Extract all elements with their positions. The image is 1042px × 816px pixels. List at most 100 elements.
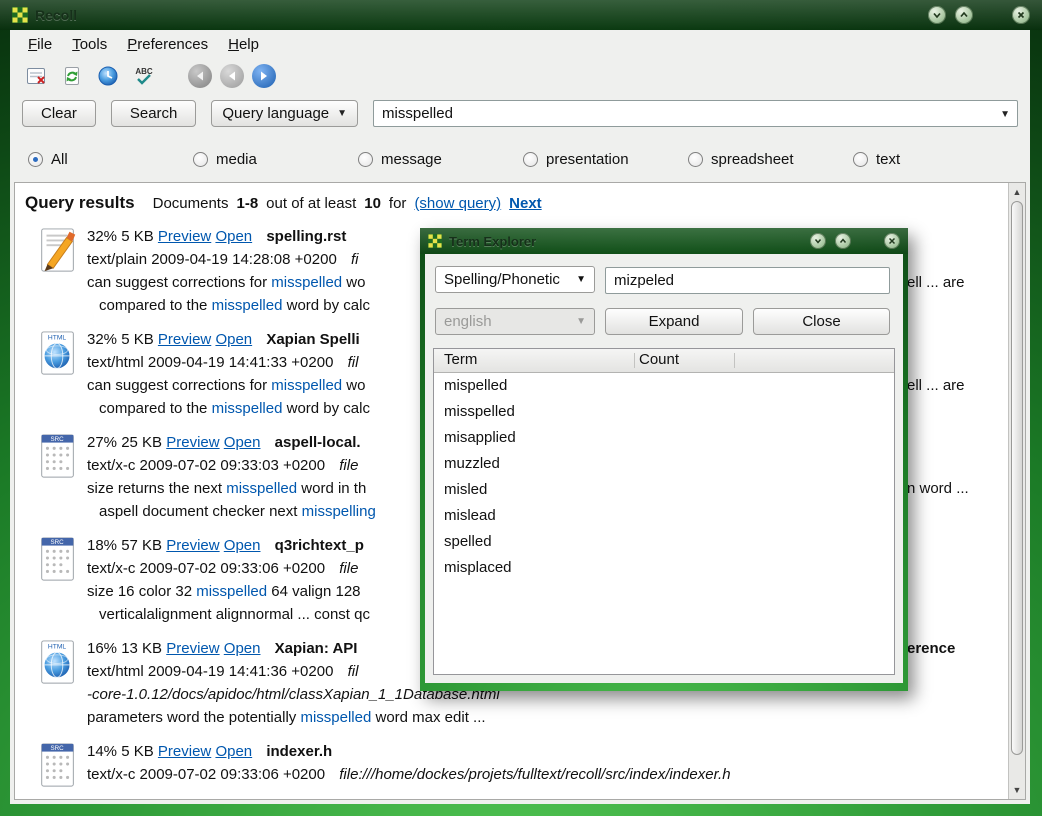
history-button[interactable]	[94, 62, 122, 90]
next-link[interactable]: Next	[509, 195, 542, 212]
filter-message[interactable]: message	[358, 151, 523, 168]
highlighted-term: misspelled	[300, 709, 371, 726]
result-title: Xapian Spelli	[266, 331, 359, 348]
show-query-link[interactable]: (show query)	[414, 195, 501, 212]
result-title: aspell-local.	[275, 434, 361, 451]
scrollbar-thumb[interactable]	[1011, 201, 1023, 755]
menu-help[interactable]: Help	[218, 33, 269, 56]
results-scrollbar[interactable]: ▲ ▼	[1008, 183, 1025, 799]
term-explorer-button[interactable]: ABC	[130, 62, 158, 90]
open-link[interactable]: Open	[215, 228, 252, 245]
file-path: fil	[348, 663, 359, 680]
term-row[interactable]: misapplied	[434, 425, 894, 451]
filter-presentation[interactable]: presentation	[523, 151, 688, 168]
relevance: 32%	[87, 228, 117, 245]
minimize-button[interactable]	[928, 6, 946, 24]
highlighted-term: misspelled	[196, 583, 267, 600]
term-row[interactable]: mislead	[434, 503, 894, 529]
dialog-title: Term Explorer	[449, 234, 536, 249]
previous-page-button[interactable]	[220, 64, 244, 88]
arrow-left-icon	[225, 69, 239, 83]
combobox-dropdown-icon[interactable]: ▼	[1000, 109, 1010, 120]
scroll-up-icon[interactable]: ▲	[1009, 184, 1025, 200]
dialog-minimize-button[interactable]	[810, 233, 826, 249]
result-snippet: parameters word the potentially misspell…	[87, 706, 1008, 729]
maximize-button[interactable]	[955, 6, 973, 24]
update-index-button[interactable]	[58, 62, 86, 90]
dialog-close-button[interactable]	[884, 233, 900, 249]
dialog-maximize-button[interactable]	[835, 233, 851, 249]
next-page-button[interactable]	[252, 64, 276, 88]
radio-icon[interactable]	[688, 152, 703, 167]
relevance: 14%	[87, 743, 117, 760]
query-language-select[interactable]: Query language ▼	[211, 100, 358, 127]
open-link[interactable]: Open	[215, 743, 252, 760]
term-row[interactable]: muzzled	[434, 451, 894, 477]
result-icon-source[interactable]	[23, 534, 87, 626]
scroll-down-icon[interactable]: ▼	[1009, 782, 1025, 798]
first-page-button[interactable]	[188, 64, 212, 88]
term-row[interactable]: misspelled	[434, 399, 894, 425]
search-button[interactable]: Search	[111, 100, 197, 127]
clear-button[interactable]: Clear	[22, 100, 96, 127]
svg-text:ABC: ABC	[135, 67, 153, 76]
expand-mode-select[interactable]: Spelling/Phonetic ▼	[435, 266, 595, 293]
filter-media[interactable]: media	[193, 151, 358, 168]
preview-link[interactable]: Preview	[158, 331, 211, 348]
radio-selected-icon[interactable]	[28, 152, 43, 167]
column-separator	[634, 353, 635, 368]
result-icon-source[interactable]	[23, 740, 87, 788]
radio-icon[interactable]	[358, 152, 373, 167]
terms-table: Term Count mispelled misspelled misappli…	[433, 348, 895, 675]
clear-search-icon	[25, 65, 47, 87]
file-size: 5 KB	[121, 228, 154, 245]
search-input[interactable]	[373, 100, 1018, 127]
menu-preferences[interactable]: Preferences	[117, 33, 218, 56]
term-row[interactable]: misplaced	[434, 555, 894, 581]
open-link[interactable]: Open	[215, 331, 252, 348]
source-file-icon	[35, 536, 81, 582]
highlighted-term: misspelled	[212, 297, 283, 314]
highlighted-term: misspelled	[271, 377, 342, 394]
chevron-down-icon	[931, 9, 943, 21]
clear-search-button[interactable]	[22, 62, 50, 90]
preview-link[interactable]: Preview	[166, 434, 219, 451]
result-icon-source[interactable]	[23, 431, 87, 523]
menu-file[interactable]: File	[18, 33, 62, 56]
radio-icon[interactable]	[193, 152, 208, 167]
dialog-close-action-button[interactable]: Close	[753, 308, 890, 335]
result-headline: 14% 5 KB Preview Open indexer.h	[87, 740, 1008, 763]
clock-icon	[97, 65, 119, 87]
term-row[interactable]: spelled	[434, 529, 894, 555]
preview-link[interactable]: Preview	[166, 640, 219, 657]
term-row[interactable]: mispelled	[434, 373, 894, 399]
relevance: 32%	[87, 331, 117, 348]
menu-tools[interactable]: Tools	[62, 33, 117, 56]
radio-icon[interactable]	[523, 152, 538, 167]
radio-icon[interactable]	[853, 152, 868, 167]
term-row[interactable]: misled	[434, 477, 894, 503]
titlebar[interactable]: Recoll	[0, 0, 1042, 30]
result-icon-text[interactable]	[23, 225, 87, 317]
column-separator	[734, 353, 735, 368]
source-file-icon	[35, 433, 81, 479]
close-button[interactable]	[1012, 6, 1030, 24]
filter-text[interactable]: text	[853, 151, 1018, 168]
filter-all[interactable]: All	[28, 151, 193, 168]
expand-button[interactable]: Expand	[605, 308, 743, 335]
open-link[interactable]: Open	[224, 537, 261, 554]
chevron-up-icon	[958, 9, 970, 21]
preview-link[interactable]: Preview	[158, 228, 211, 245]
open-link[interactable]: Open	[224, 640, 261, 657]
result-icon-html[interactable]	[23, 637, 87, 729]
preview-link[interactable]: Preview	[158, 743, 211, 760]
result-icon-html[interactable]	[23, 328, 87, 420]
term-input[interactable]	[605, 267, 890, 294]
highlighted-term: misspelling	[302, 503, 376, 520]
preview-link[interactable]: Preview	[166, 537, 219, 554]
open-link[interactable]: Open	[224, 434, 261, 451]
language-select[interactable]: english ▼	[435, 308, 595, 335]
filter-spreadsheet[interactable]: spreadsheet	[688, 151, 853, 168]
menubar: File Tools Preferences Help	[10, 30, 1030, 58]
dialog-titlebar[interactable]: Term Explorer	[420, 228, 908, 254]
